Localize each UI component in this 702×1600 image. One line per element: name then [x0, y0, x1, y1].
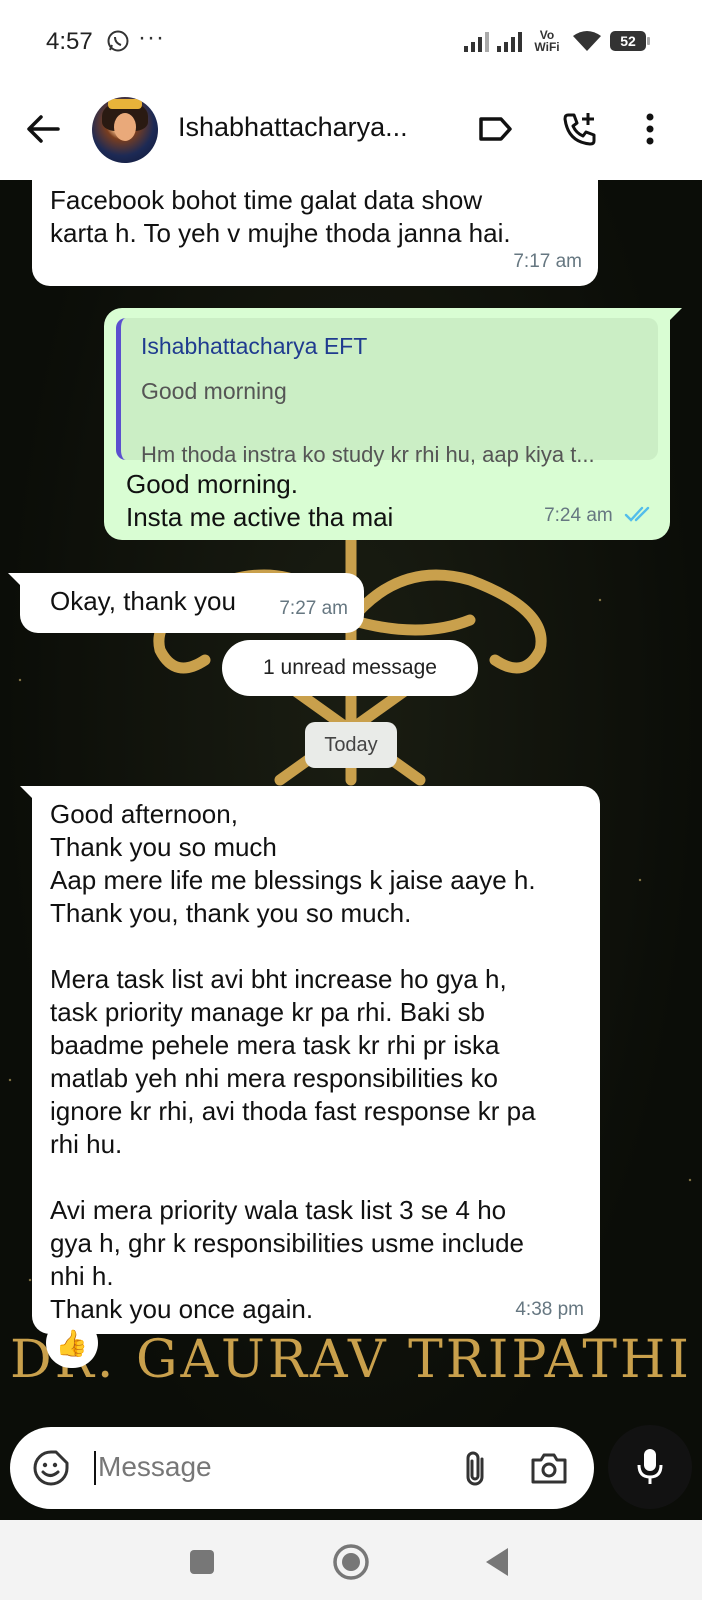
- quoted-message[interactable]: Ishabhattacharya EFT Good morning Hm tho…: [116, 318, 658, 467]
- unread-messages-banner: 1 unread message: [222, 640, 478, 696]
- back-arrow-icon[interactable]: [24, 110, 62, 148]
- message-composer: [10, 1427, 594, 1509]
- home-button-icon[interactable]: [331, 1542, 371, 1582]
- paperclip-icon[interactable]: [456, 1449, 494, 1489]
- message-timestamp: 7:27 am: [279, 598, 348, 619]
- message-bubble-incoming[interactable]: Facebook bohot time galat data show kart…: [32, 180, 598, 286]
- system-navigation-bar: [0, 1520, 702, 1600]
- contact-name[interactable]: Ishabhattacharya...: [178, 112, 440, 143]
- message-timestamp: 7:24 am: [544, 499, 654, 532]
- wallpaper-brand-text: DR. GAURAV TRIPATHI: [10, 1330, 692, 1390]
- camera-icon[interactable]: [530, 1451, 568, 1485]
- quoted-author: Ishabhattacharya EFT: [141, 333, 368, 359]
- status-icons: Vo WiFi 52: [464, 24, 650, 58]
- voice-message-button[interactable]: [608, 1425, 692, 1509]
- contact-avatar[interactable]: [92, 97, 158, 163]
- read-ticks-icon: [624, 506, 650, 522]
- message-text: Okay, thank you: [50, 586, 236, 616]
- status-bar: 4:57 ··· Vo WiFi 52: [0, 0, 702, 84]
- quoted-text: Good morning: [141, 378, 287, 404]
- chat-header: Ishabhattacharya...: [0, 84, 702, 180]
- vowifi-label: Vo WiFi: [534, 28, 560, 54]
- message-bubble-incoming[interactable]: Okay, thank you 7:27 am: [8, 573, 364, 633]
- overflow-menu-icon[interactable]: [630, 109, 670, 149]
- message-timestamp: 7:17 am: [513, 251, 582, 272]
- signal-icon: [464, 30, 489, 52]
- message-text: Facebook bohot time galat data show kart…: [50, 185, 511, 248]
- thumbs-up-reaction[interactable]: 👍: [46, 1318, 98, 1368]
- microphone-icon: [637, 1449, 663, 1484]
- back-button-icon[interactable]: [478, 1542, 518, 1582]
- more-notifications-icon: ···: [138, 24, 165, 51]
- chat-area[interactable]: DR. GAURAV TRIPATHI JYOTISHSHASTRA Faceb…: [0, 180, 702, 1520]
- message-bubble-incoming[interactable]: Good afternoon, Thank you so much Aap me…: [20, 786, 600, 1334]
- message-input[interactable]: [98, 1447, 418, 1487]
- text-cursor: [94, 1451, 96, 1485]
- whatsapp-notification-icon: [107, 30, 129, 52]
- signal-icon-2: [497, 30, 522, 52]
- recents-button-icon[interactable]: [182, 1542, 222, 1582]
- message-timestamp: 4:38 pm: [515, 1299, 584, 1320]
- add-call-icon[interactable]: [560, 109, 600, 149]
- wifi-icon: [573, 31, 601, 51]
- message-text: Good afternoon, Thank you so much Aap me…: [50, 799, 536, 1324]
- message-bubble-outgoing[interactable]: Ishabhattacharya EFT Good morning Hm tho…: [104, 308, 682, 540]
- label-tag-icon[interactable]: [475, 109, 515, 149]
- date-chip: Today: [305, 722, 397, 768]
- status-time: 4:57: [46, 28, 93, 55]
- sticker-emoji-icon[interactable]: [32, 1449, 70, 1487]
- battery-indicator: 52: [610, 31, 650, 51]
- quoted-text-2: Hm thoda instra ko study kr rhi hu, aap …: [141, 442, 595, 467]
